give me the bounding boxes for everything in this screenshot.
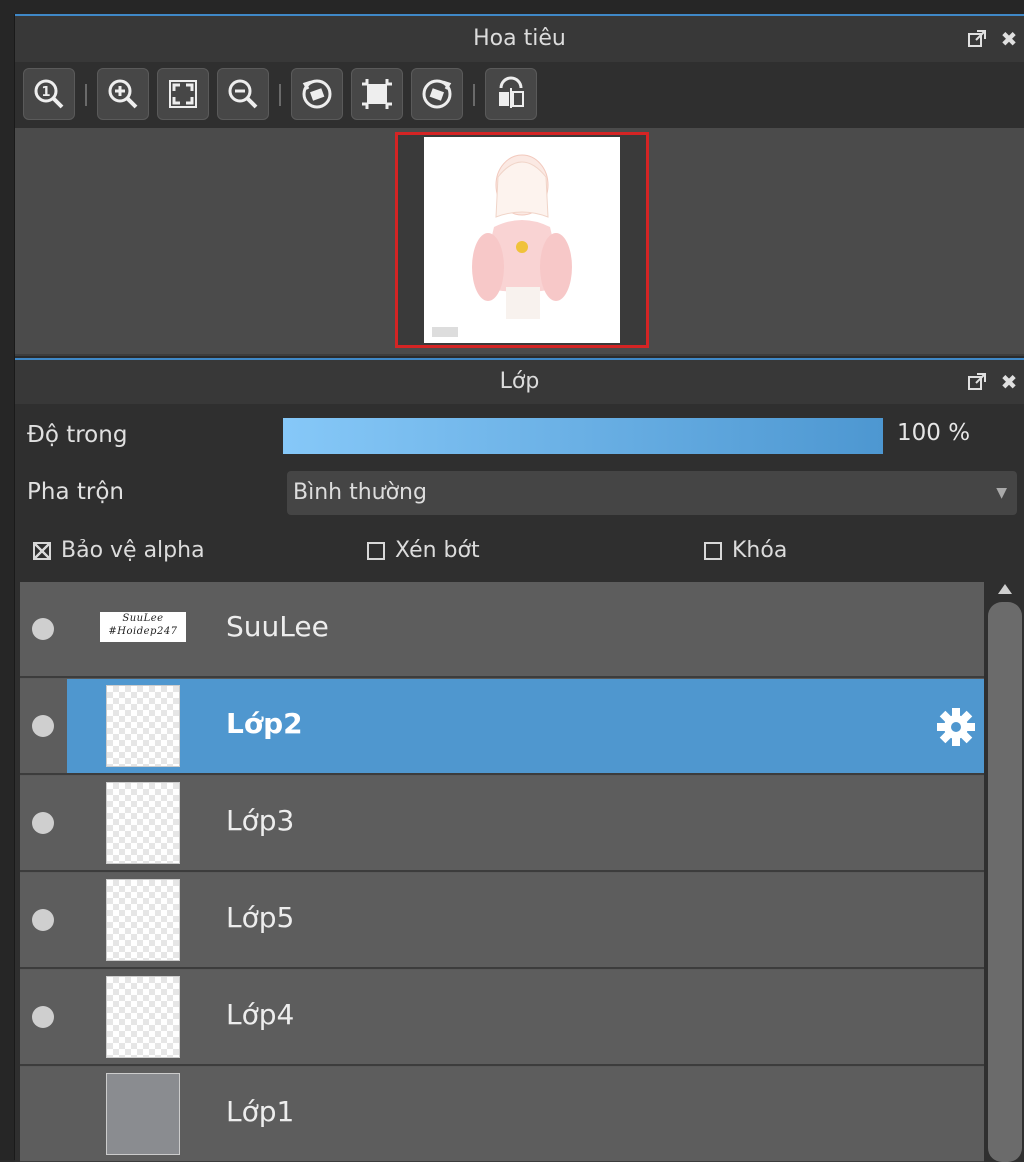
navigator-thumbnail xyxy=(424,137,620,343)
rotate-left-button[interactable] xyxy=(291,68,343,120)
lock-checkbox[interactable]: Khóa xyxy=(704,538,787,563)
rotate-right-icon xyxy=(422,79,452,109)
layer-name: Lớp2 xyxy=(226,707,303,740)
checkbox-checked-icon xyxy=(33,541,51,560)
layer-name: Lớp4 xyxy=(226,998,295,1031)
layer-row[interactable]: Lớp1 xyxy=(20,1067,984,1162)
zoom-out-button[interactable] xyxy=(217,68,269,120)
layer-name: Lớp1 xyxy=(226,1095,295,1128)
opacity-slider[interactable] xyxy=(283,418,883,454)
zoom-in-icon xyxy=(108,79,138,109)
blend-mode-value: Bình thường xyxy=(293,480,427,505)
opacity-label: Độ trong xyxy=(27,422,128,448)
close-icon[interactable]: ✖ xyxy=(998,371,1020,393)
layer-thumbnail xyxy=(106,685,180,767)
flip-horizontal-button[interactable] xyxy=(485,68,537,120)
toolbar-separator xyxy=(279,84,281,106)
selection-highlight xyxy=(67,679,984,773)
top-panel-edge xyxy=(14,0,1024,14)
reset-view-icon xyxy=(362,79,392,109)
layer-list-scrollbar[interactable] xyxy=(988,582,1024,1162)
visibility-toggle-icon[interactable] xyxy=(32,1006,54,1028)
zoom-actual-size-button[interactable]: 1 xyxy=(23,68,75,120)
character-illustration xyxy=(432,154,572,337)
svg-text:1: 1 xyxy=(41,85,50,100)
popout-icon[interactable] xyxy=(966,28,988,50)
lock-label: Khóa xyxy=(732,538,788,563)
navigator-preview-area[interactable] xyxy=(15,128,1024,354)
layers-panel: Lớp ✖ Độ trong 100 % Pha trộn Bình thườn… xyxy=(15,358,1024,1162)
layer-row[interactable]: Lớp4 xyxy=(20,970,984,1066)
fit-to-window-icon xyxy=(169,80,197,108)
navigator-header: Hoa tiêu ✖ xyxy=(15,16,1024,62)
layer-name: Lớp3 xyxy=(226,804,295,837)
scroll-up-arrow-icon[interactable] xyxy=(998,584,1012,594)
layer-thumbnail xyxy=(106,976,180,1058)
dropdown-arrow-icon: ▼ xyxy=(996,485,1007,501)
layer-thumbnail xyxy=(106,1073,180,1155)
reset-view-button[interactable] xyxy=(351,68,403,120)
visibility-toggle-icon[interactable] xyxy=(32,909,54,931)
checkbox-unchecked-icon xyxy=(704,541,722,560)
layer-thumbnail xyxy=(106,879,180,961)
clipping-checkbox[interactable]: Xén bớt xyxy=(367,538,480,563)
layer-list: SuuLee #Hoidep247 SuuLee Lớp2 Lớp3 Lớp5 … xyxy=(20,582,984,1162)
layer-row[interactable]: SuuLee #Hoidep247 SuuLee xyxy=(20,582,984,678)
fit-to-window-button[interactable] xyxy=(157,68,209,120)
navigator-panel: Hoa tiêu ✖ 1 xyxy=(15,14,1024,356)
blend-mode-select[interactable]: Bình thường ▼ xyxy=(287,471,1017,515)
gear-icon[interactable] xyxy=(934,705,978,749)
visibility-toggle-icon[interactable] xyxy=(32,812,54,834)
toolbar-separator xyxy=(473,84,475,106)
visibility-toggle-icon[interactable] xyxy=(32,618,54,640)
protect-alpha-checkbox[interactable]: Bảo vệ alpha xyxy=(33,538,205,563)
clipping-label: Xén bớt xyxy=(395,538,480,563)
layer-thumbnail xyxy=(106,782,180,864)
zoom-actual-size-icon: 1 xyxy=(34,79,64,109)
toolbar-separator xyxy=(85,84,87,106)
opacity-value: 100 % xyxy=(897,420,971,446)
rotate-right-button[interactable] xyxy=(411,68,463,120)
layers-title: Lớp xyxy=(499,369,540,394)
zoom-out-icon xyxy=(228,79,258,109)
layer-name: Lớp5 xyxy=(226,901,295,934)
close-icon[interactable]: ✖ xyxy=(998,28,1020,50)
zoom-in-button[interactable] xyxy=(97,68,149,120)
navigator-viewport-frame[interactable] xyxy=(395,132,649,348)
layer-thumbnail: SuuLee #Hoidep247 xyxy=(100,612,186,642)
protect-alpha-label: Bảo vệ alpha xyxy=(61,538,205,563)
navigator-toolbar: 1 xyxy=(15,62,1024,128)
checkbox-unchecked-icon xyxy=(367,541,385,560)
flip-horizontal-icon xyxy=(499,76,524,108)
layer-row[interactable]: Lớp3 xyxy=(20,776,984,872)
scrollbar-thumb[interactable] xyxy=(988,602,1022,1162)
navigator-title: Hoa tiêu xyxy=(473,26,566,51)
blend-mode-label: Pha trộn xyxy=(27,479,124,505)
left-panel-edge xyxy=(0,0,15,1160)
layers-header: Lớp ✖ xyxy=(15,360,1024,404)
layer-row[interactable]: Lớp5 xyxy=(20,873,984,969)
visibility-toggle-icon[interactable] xyxy=(32,715,54,737)
layer-name: SuuLee xyxy=(226,610,329,643)
layer-row-selected[interactable]: Lớp2 xyxy=(20,679,984,775)
rotate-left-icon xyxy=(302,79,332,109)
popout-icon[interactable] xyxy=(966,371,988,393)
